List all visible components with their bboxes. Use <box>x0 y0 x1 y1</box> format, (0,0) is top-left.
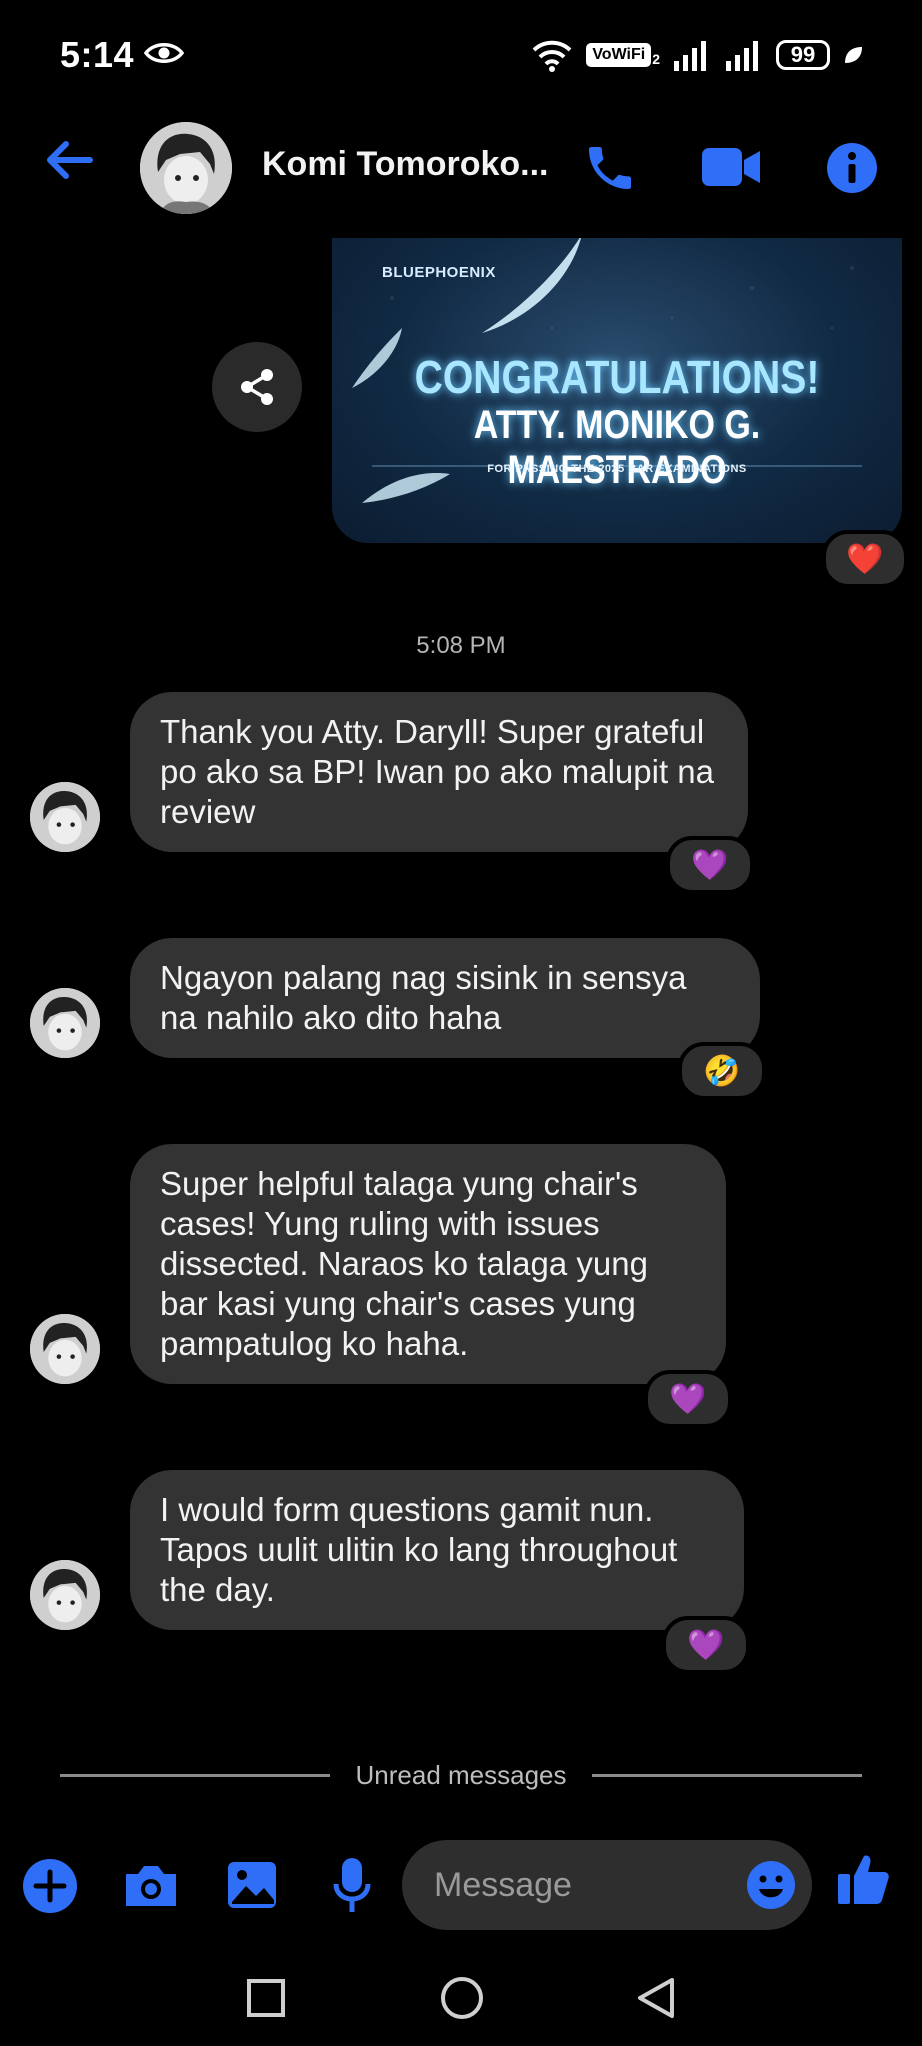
card-name: ATTY. MONIKO G. MAESTRADO <box>473 403 761 492</box>
share-icon <box>241 369 273 405</box>
wifi-icon <box>532 40 572 72</box>
contact-avatar[interactable] <box>140 122 232 214</box>
divider-line-right <box>592 1774 862 1777</box>
signal-icon <box>674 41 706 71</box>
home-icon[interactable] <box>440 1976 484 2020</box>
back-arrow-icon[interactable] <box>42 138 94 182</box>
vowifi-badge: VoWiFi <box>586 43 652 67</box>
gallery-icon[interactable] <box>226 1860 278 1910</box>
status-time: 5:14 <box>60 34 135 75</box>
message-bubble[interactable]: Ngayon palang nag sisink in sensya na na… <box>130 938 760 1058</box>
like-thumbs-up-icon[interactable] <box>836 1852 890 1906</box>
microphone-icon[interactable] <box>332 1856 372 1914</box>
shared-image-card[interactable]: BLUEPHOENIX CONGRATULATIONS! ATTY. MONIK… <box>332 238 902 543</box>
plus-icon[interactable] <box>22 1858 78 1914</box>
reaction-purple-heart[interactable]: 💜 <box>666 836 754 894</box>
battery-indicator: 99 <box>776 40 830 70</box>
phone-icon[interactable] <box>582 140 638 196</box>
message-input-box[interactable] <box>402 1840 812 1930</box>
reaction-purple-heart[interactable]: 💜 <box>644 1370 732 1428</box>
reaction-laughing[interactable]: 🤣 <box>678 1042 766 1100</box>
recent-apps-icon[interactable] <box>246 1978 286 2018</box>
contact-name[interactable]: Komi Tomoroko... <box>262 145 548 184</box>
card-title: CONGRATULATIONS! <box>414 351 820 403</box>
message-bubble[interactable]: I would form questions gamit nun. Tapos … <box>130 1470 744 1630</box>
vowifi-sim: 2 <box>652 51 660 67</box>
video-call-icon[interactable] <box>700 146 762 188</box>
message-bubble[interactable]: Super helpful talaga yung chair's cases!… <box>130 1144 726 1384</box>
card-subtitle: FOR PASSING THE 2025 BAR EXAMINATIONS <box>487 463 747 475</box>
sender-avatar[interactable] <box>30 782 100 852</box>
eye-icon <box>144 43 184 63</box>
card-brand: BLUEPHOENIX <box>382 264 496 281</box>
info-icon[interactable] <box>826 142 878 194</box>
sender-avatar[interactable] <box>30 1560 100 1630</box>
message-timestamp: 5:08 PM <box>416 632 506 659</box>
message-input[interactable] <box>432 1864 736 1906</box>
leaf-icon <box>845 47 862 63</box>
emoji-icon[interactable] <box>746 1860 796 1910</box>
reaction-purple-heart[interactable]: 💜 <box>662 1616 750 1674</box>
status-icons: VoWiFi 2 99 <box>530 38 864 72</box>
message-bubble[interactable]: Thank you Atty. Daryll! Super grateful p… <box>130 692 748 852</box>
signal-icon-2 <box>726 41 758 71</box>
nav-back-icon[interactable] <box>636 1976 676 2020</box>
sender-avatar[interactable] <box>30 1314 100 1384</box>
sender-avatar[interactable] <box>30 988 100 1058</box>
share-button[interactable] <box>212 342 302 432</box>
camera-icon[interactable] <box>122 1862 180 1910</box>
reaction-heart[interactable]: ❤️ <box>822 530 908 588</box>
